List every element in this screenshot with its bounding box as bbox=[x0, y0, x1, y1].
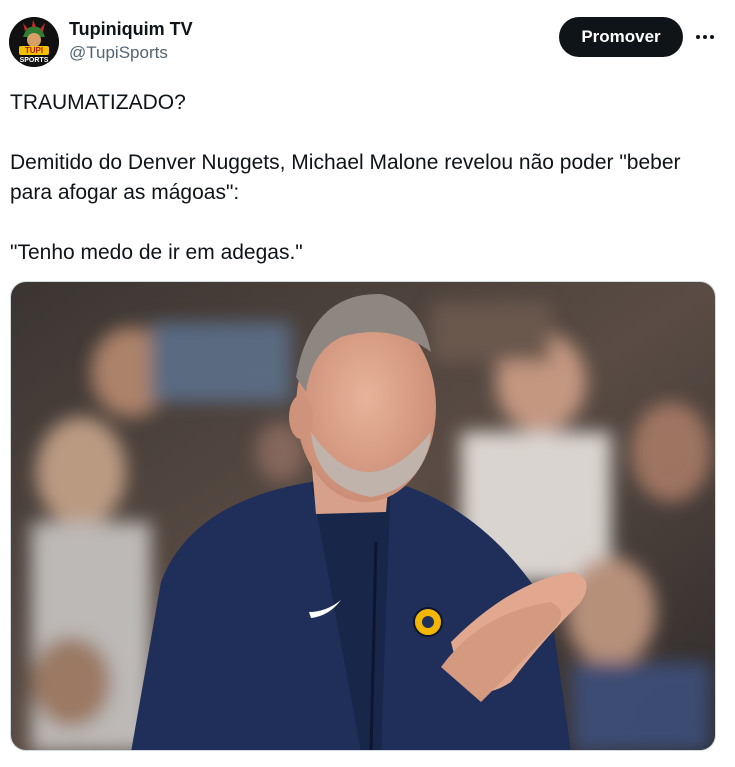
avatar[interactable]: TUPI SPORTS bbox=[9, 17, 59, 67]
tweet-header: TUPI SPORTS Tupiniquim TV @TupiSports Pr… bbox=[0, 0, 735, 78]
more-horizontal-icon bbox=[696, 35, 714, 39]
more-button[interactable] bbox=[690, 22, 720, 52]
promote-button[interactable]: Promover bbox=[559, 17, 683, 57]
avatar-logo-icon: TUPI SPORTS bbox=[9, 17, 59, 67]
tweet-text: TRAUMATIZADO? Demitido do Denver Nuggets… bbox=[10, 88, 725, 268]
tweet-card: TUPI SPORTS Tupiniquim TV @TupiSports Pr… bbox=[0, 0, 735, 767]
coach-photo-image bbox=[11, 282, 715, 750]
account-names: Tupiniquim TV @TupiSports bbox=[69, 18, 193, 64]
tweet-line-quote: "Tenho medo de ir em adegas." bbox=[10, 241, 303, 264]
tweet-line-headline: TRAUMATIZADO? bbox=[10, 91, 186, 114]
tweet-line-body: Demitido do Denver Nuggets, Michael Malo… bbox=[10, 151, 681, 204]
svg-text:SPORTS: SPORTS bbox=[20, 57, 49, 64]
svg-text:TUPI: TUPI bbox=[25, 46, 43, 55]
tweet-photo[interactable] bbox=[10, 281, 716, 751]
account-handle[interactable]: @TupiSports bbox=[69, 42, 193, 64]
display-name[interactable]: Tupiniquim TV bbox=[69, 18, 193, 40]
